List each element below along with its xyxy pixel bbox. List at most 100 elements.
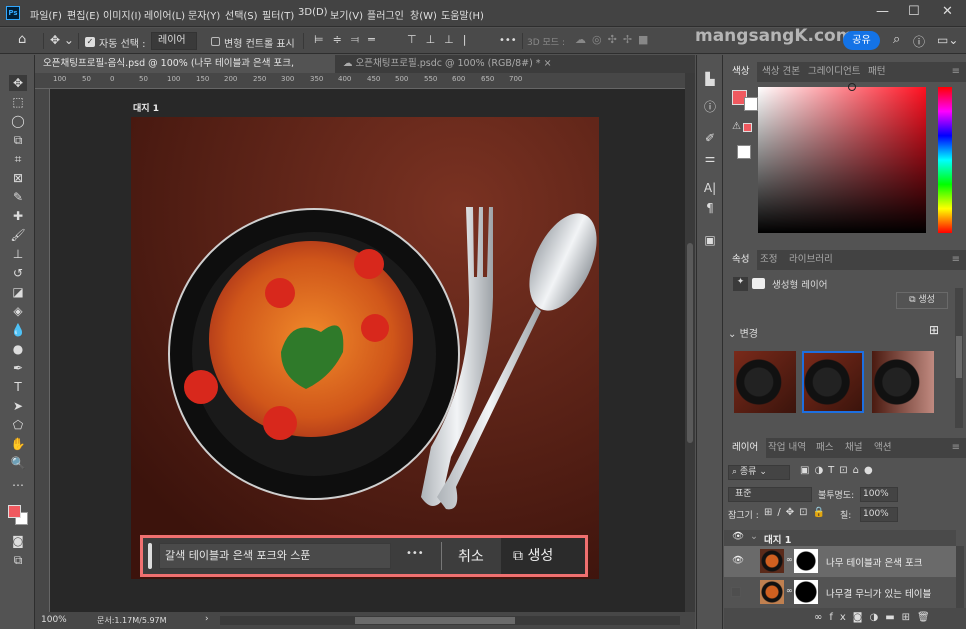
auto-select-dropdown[interactable]: 레이어 ⌄ xyxy=(151,32,197,62)
move-tool-icon[interactable]: ✥ ⌄ xyxy=(50,33,74,47)
quick-mask-icon[interactable]: ◙ xyxy=(9,533,27,549)
variation-thumbnail-1[interactable] xyxy=(734,351,796,413)
tab-color[interactable]: 색상 xyxy=(724,62,758,82)
vertical-scrollbar[interactable] xyxy=(685,73,695,612)
variation-thumbnail-3[interactable] xyxy=(872,351,934,413)
canvas-area[interactable]: 대지 1 갈색 테이블과 은색 포크와 스푼 ••• 취소 ⧉ 생성 xyxy=(50,89,685,612)
eye-icon[interactable]: 👁 xyxy=(732,531,744,542)
healing-tool-icon[interactable]: ✚ xyxy=(9,208,27,224)
transform-controls-checkbox[interactable] xyxy=(211,37,220,46)
artboard-image[interactable] xyxy=(131,117,599,579)
type-tool-icon[interactable]: T xyxy=(9,379,27,395)
variation-thumbnail-2[interactable] xyxy=(802,351,864,413)
opacity-field[interactable]: 100% xyxy=(860,487,898,502)
layer-actions-icons[interactable]: ∞fx◙◑▬⊞🗑 xyxy=(814,612,937,623)
image-icon[interactable]: ▣ xyxy=(702,232,718,248)
path-select-icon[interactable]: ➤ xyxy=(9,398,27,414)
menu-help[interactable]: 도움말(H) xyxy=(441,7,484,22)
info-icon[interactable]: ⓘ xyxy=(702,99,718,115)
brush-settings-icon[interactable]: ✐ xyxy=(702,130,718,146)
panel-menu-icon[interactable]: ≡ xyxy=(952,442,960,453)
drag-handle[interactable] xyxy=(148,543,152,569)
layer-row[interactable]: 👁 ∞ 나무 테이블과 은색 포크 xyxy=(724,546,956,577)
color-field[interactable] xyxy=(758,87,926,233)
layer-group-row[interactable]: 👁 ⌄ 대지 1 xyxy=(724,530,956,546)
menu-window[interactable]: 창(W) xyxy=(410,7,437,22)
align-icons[interactable]: ⊨≑⫤═ xyxy=(314,33,384,47)
marquee-tool-icon[interactable]: ⬚ xyxy=(9,94,27,110)
horizontal-scrollbar[interactable] xyxy=(220,616,680,625)
zoom-level[interactable]: 100% xyxy=(41,615,67,625)
scrollbar-thumb[interactable] xyxy=(355,617,515,624)
layer-filter-dropdown[interactable]: ⌕ 종류 ⌄ xyxy=(728,465,790,480)
cancel-button[interactable]: 취소 xyxy=(458,546,484,566)
eye-icon[interactable]: 👁 xyxy=(732,555,744,566)
share-button[interactable]: 공유 xyxy=(843,31,880,50)
pen-tool-icon[interactable]: ✒ xyxy=(9,360,27,376)
panel-menu-icon[interactable]: ≡ xyxy=(952,254,960,265)
home-icon[interactable]: ⌂ xyxy=(18,32,26,47)
panel-menu-icon[interactable]: ≡ xyxy=(952,66,960,77)
object-select-tool-icon[interactable]: ⧉ xyxy=(9,132,27,148)
menu-image[interactable]: 이미지(I) xyxy=(103,7,141,22)
dodge-tool-icon[interactable]: ● xyxy=(9,341,27,357)
screen-mode-icon[interactable]: ⧉ xyxy=(9,552,27,568)
visibility-toggle[interactable] xyxy=(731,587,741,597)
scrollbar-thumb[interactable] xyxy=(956,336,962,378)
paragraph-icon[interactable]: ¶ xyxy=(702,200,718,216)
tab-gradients[interactable]: 그레이디언트 xyxy=(800,62,868,82)
eraser-tool-icon[interactable]: ◪ xyxy=(9,284,27,300)
foreground-color-swatch[interactable] xyxy=(8,505,21,518)
generate-button[interactable]: ⧉ 생성 xyxy=(501,538,585,574)
paint-bucket-icon[interactable]: ◈ xyxy=(9,303,27,319)
color-picker-cursor[interactable] xyxy=(848,83,856,91)
blur-tool-icon[interactable]: 💧 xyxy=(9,322,27,338)
close-tab-icon[interactable]: × xyxy=(544,58,552,69)
tab-patterns[interactable]: 패턴 xyxy=(860,62,893,82)
properties-scrollbar[interactable] xyxy=(955,288,963,428)
scrollbar-thumb[interactable] xyxy=(687,243,693,443)
status-arrow-icon[interactable]: › xyxy=(205,614,209,624)
eyedropper-tool-icon[interactable]: ✎ xyxy=(9,189,27,205)
background-color-swatch[interactable] xyxy=(744,97,758,111)
blend-mode-dropdown[interactable]: 표준 xyxy=(728,487,812,502)
tab-document-1[interactable]: 오픈채팅프로필-음식.psd @ 100% (나무 테이블과 은색 포크, RG… xyxy=(35,55,335,87)
hue-slider[interactable] xyxy=(938,87,952,233)
close-window-button[interactable]: ✕ xyxy=(942,4,953,19)
help-icon[interactable]: ⓘ xyxy=(913,33,925,50)
brush-tool-icon[interactable]: 🖌 xyxy=(9,227,27,243)
variations-header[interactable]: ⌄ 변경 xyxy=(728,325,758,340)
fill-field[interactable]: 100% xyxy=(860,507,898,522)
background-color-swatch[interactable] xyxy=(737,145,751,159)
menu-layer[interactable]: 레이어(L) xyxy=(144,7,185,22)
more-tools-icon[interactable]: … xyxy=(9,474,27,490)
tab-actions[interactable]: 액션 xyxy=(866,438,899,458)
workspace-icon[interactable]: ▭⌄ xyxy=(937,33,958,47)
menu-view[interactable]: 보기(V) xyxy=(330,7,363,22)
character-icon[interactable]: A| xyxy=(702,180,718,196)
tab-libraries[interactable]: 라이브러리 xyxy=(781,250,841,270)
move-tool-icon[interactable]: ✥ xyxy=(9,75,27,91)
3d-mode-icons[interactable]: ☁◎✣✢■ xyxy=(575,33,654,46)
gamut-warning-icon[interactable]: ⚠ xyxy=(732,121,741,132)
hand-tool-icon[interactable]: ✋ xyxy=(9,436,27,452)
stamp-tool-icon[interactable]: ⊥ xyxy=(9,246,27,262)
history-brush-icon[interactable]: ↺ xyxy=(9,265,27,281)
menu-plugins[interactable]: 플러그인 xyxy=(367,7,404,22)
lock-icons[interactable]: ⊞/✥⊡🔒 xyxy=(764,507,830,518)
chevron-down-icon[interactable]: ⌄ xyxy=(750,531,758,542)
layers-scrollbar[interactable] xyxy=(956,546,964,608)
menu-filter[interactable]: 필터(T) xyxy=(262,7,294,22)
properties-generate-button[interactable]: ⧉ 생성 xyxy=(896,292,948,309)
tab-history[interactable]: 작업 내역 xyxy=(760,438,814,458)
zoom-tool-icon[interactable]: 🔍 xyxy=(9,455,27,471)
menu-file[interactable]: 파일(F) xyxy=(30,7,62,22)
shape-tool-icon[interactable]: ⬠ xyxy=(9,417,27,433)
minimize-button[interactable]: — xyxy=(876,4,889,19)
frame-tool-icon[interactable]: ⊠ xyxy=(9,170,27,186)
menu-type[interactable]: 문자(Y) xyxy=(188,7,220,22)
menu-edit[interactable]: 편집(E) xyxy=(67,7,100,22)
more-options-button[interactable]: ••• xyxy=(406,548,424,559)
artboard-label[interactable]: 대지 1 xyxy=(133,101,159,114)
adjust-icon[interactable]: ⚌ xyxy=(702,150,718,166)
